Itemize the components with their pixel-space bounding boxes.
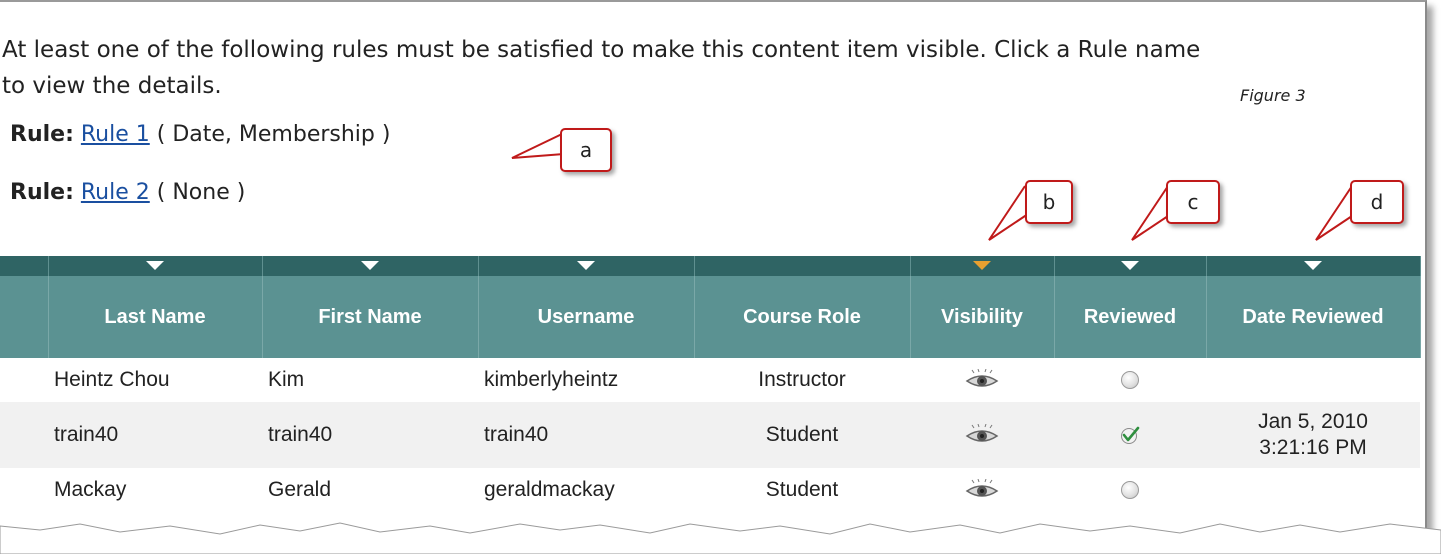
intro-line-1: At least one of the following rules must… bbox=[2, 37, 1201, 63]
table-row: Mackay Gerald geraldmackay Student bbox=[0, 468, 1420, 512]
cell-visibility bbox=[910, 358, 1054, 402]
cell-reviewed bbox=[1054, 358, 1206, 402]
users-review-table: Last Name First Name Username Course Rol… bbox=[0, 256, 1421, 512]
cell-reviewed bbox=[1054, 402, 1206, 468]
sort-reviewed-button[interactable] bbox=[1054, 256, 1207, 276]
course-role-arrow-cell bbox=[694, 256, 911, 276]
callout-a-label: a bbox=[560, 128, 612, 172]
table-row: Heintz Chou Kim kimberlyheintz Instructo… bbox=[0, 358, 1420, 402]
rule-row-1: Rule: Rule 1 ( Date, Membership ) bbox=[10, 122, 390, 147]
review-time: 3:21:16 PM bbox=[1259, 436, 1367, 459]
column-header-first-name[interactable]: First Name bbox=[262, 276, 479, 358]
cell-date-reviewed: Jan 5, 2010 3:21:16 PM bbox=[1206, 402, 1420, 468]
rule-1-detail: ( Date, Membership ) bbox=[156, 122, 391, 147]
sort-visibility-button[interactable] bbox=[910, 256, 1055, 276]
figure-caption: Figure 3 bbox=[1240, 86, 1306, 105]
sort-arrow-icon bbox=[1304, 261, 1322, 271]
callout-c-label: c bbox=[1166, 180, 1220, 224]
column-header-course-role: Course Role bbox=[694, 276, 911, 358]
cell-visibility bbox=[910, 402, 1054, 468]
rule-2-detail: ( None ) bbox=[156, 180, 246, 205]
sort-username-button[interactable] bbox=[478, 256, 695, 276]
column-header-date-reviewed[interactable]: Date Reviewed bbox=[1206, 276, 1421, 358]
cell-course-role: Student bbox=[765, 478, 839, 501]
unreviewed-radio-icon[interactable] bbox=[1121, 371, 1139, 390]
eye-icon[interactable] bbox=[964, 479, 1000, 501]
table-row: train40 train40 train40 Student Jan 5, 2… bbox=[0, 402, 1420, 468]
cell-last-name: Mackay bbox=[54, 478, 127, 501]
cell-first-name: Kim bbox=[268, 368, 305, 391]
cell-first-name: train40 bbox=[262, 402, 478, 468]
select-column-header bbox=[0, 256, 49, 276]
sort-date-reviewed-button[interactable] bbox=[1206, 256, 1421, 276]
column-header-last-name[interactable]: Last Name bbox=[48, 276, 263, 358]
eye-icon[interactable] bbox=[964, 369, 1000, 391]
callout-b-label: b bbox=[1025, 180, 1073, 224]
visibility-rules-intro: At least one of the following rules must… bbox=[2, 32, 1412, 104]
cell-first-name: Gerald bbox=[268, 478, 332, 501]
callout-d-label: d bbox=[1350, 180, 1404, 224]
cell-visibility bbox=[910, 468, 1054, 512]
sort-arrow-icon bbox=[361, 261, 379, 271]
intro-line-2: to view the details. bbox=[2, 73, 222, 99]
cell-course-role: Student bbox=[694, 402, 910, 468]
column-header-username[interactable]: Username bbox=[478, 276, 695, 358]
column-header-visibility[interactable]: Visibility bbox=[910, 276, 1055, 358]
unreviewed-radio-icon[interactable] bbox=[1121, 481, 1139, 500]
cell-username: kimberlyheintz bbox=[484, 368, 619, 391]
rule-1-link[interactable]: Rule 1 bbox=[81, 122, 150, 147]
cell-last-name: Heintz Chou bbox=[54, 368, 170, 391]
sort-last-name-button[interactable] bbox=[48, 256, 263, 276]
cell-reviewed bbox=[1054, 468, 1206, 512]
rule-label: Rule: bbox=[10, 180, 74, 205]
rule-row-2: Rule: Rule 2 ( None ) bbox=[10, 180, 245, 205]
cell-date-reviewed bbox=[1206, 358, 1420, 402]
cell-username: geraldmackay bbox=[484, 478, 615, 501]
torn-edge-decoration bbox=[0, 522, 1441, 554]
screenshot-frame: At least one of the following rules must… bbox=[0, 0, 1427, 542]
sort-arrow-active-icon bbox=[973, 261, 991, 271]
cell-username: train40 bbox=[478, 402, 694, 468]
cell-last-name: train40 bbox=[48, 402, 262, 468]
select-column bbox=[0, 276, 49, 358]
sort-first-name-button[interactable] bbox=[262, 256, 479, 276]
reviewed-check-icon[interactable] bbox=[1120, 425, 1140, 445]
sort-arrow-icon bbox=[1121, 261, 1139, 271]
sort-arrow-icon bbox=[577, 261, 595, 271]
column-header-reviewed[interactable]: Reviewed bbox=[1054, 276, 1207, 358]
cell-course-role: Instructor bbox=[758, 368, 846, 391]
sort-arrow-icon bbox=[146, 261, 164, 271]
eye-icon[interactable] bbox=[964, 424, 1000, 446]
review-date: Jan 5, 2010 bbox=[1258, 410, 1368, 433]
rule-2-link[interactable]: Rule 2 bbox=[81, 180, 150, 205]
cell-date-reviewed bbox=[1206, 468, 1420, 512]
rule-label: Rule: bbox=[10, 122, 74, 147]
